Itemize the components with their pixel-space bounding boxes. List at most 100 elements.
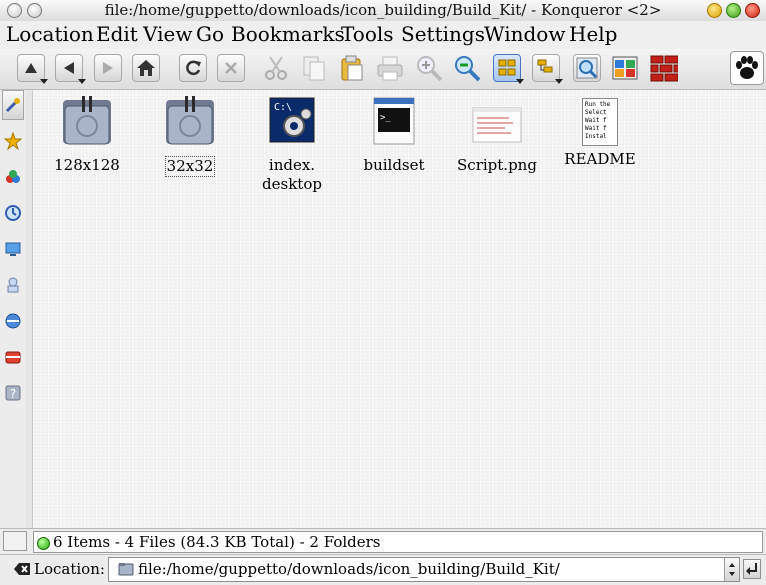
back-button[interactable] bbox=[55, 54, 86, 84]
configure-icon bbox=[5, 98, 20, 113]
file-icon-view[interactable]: 128x128 32x32 C:\ index. desktop >_ buil… bbox=[33, 90, 766, 528]
stop-button[interactable] bbox=[217, 54, 245, 82]
maximize-button[interactable] bbox=[726, 3, 741, 18]
history-icon bbox=[5, 205, 21, 221]
devices-icon bbox=[5, 313, 21, 329]
file-item-script-png[interactable]: Script.png bbox=[447, 94, 547, 175]
file-label: README bbox=[564, 150, 636, 168]
cut-button[interactable] bbox=[262, 54, 290, 82]
menu-view[interactable]: View bbox=[143, 22, 192, 46]
tree-view-icon bbox=[537, 59, 553, 73]
menu-bar: Location Edit View Go Bookmarks Tools Se… bbox=[0, 21, 766, 49]
up-button[interactable] bbox=[17, 54, 48, 84]
file-label: Script.png bbox=[457, 156, 537, 174]
location-combo[interactable] bbox=[108, 557, 740, 582]
file-item-index-desktop[interactable]: C:\ index. desktop bbox=[242, 94, 342, 194]
forward-icon bbox=[103, 62, 113, 74]
throbber-icon bbox=[736, 56, 758, 79]
root-folder-icon bbox=[5, 351, 21, 364]
help-icon: ? bbox=[5, 385, 21, 401]
zoom-out-icon bbox=[455, 56, 480, 82]
location-bar: Location: bbox=[0, 554, 766, 585]
location-history-dropdown[interactable] bbox=[724, 558, 739, 581]
file-item-readme[interactable]: Run the Select Wait f Wait f Instal READ… bbox=[550, 94, 650, 169]
menu-window[interactable]: Window bbox=[484, 22, 565, 46]
file-item-buildset[interactable]: >_ buildset bbox=[344, 94, 444, 175]
reload-icon bbox=[186, 60, 201, 76]
sidebar-bookmarks-button[interactable] bbox=[2, 126, 24, 156]
menu-location[interactable]: Location bbox=[6, 22, 94, 46]
paste-icon bbox=[341, 55, 363, 81]
reload-button[interactable] bbox=[179, 54, 207, 82]
main-toolbar bbox=[0, 49, 766, 90]
sidebar-home-button[interactable] bbox=[2, 234, 24, 264]
go-icon bbox=[746, 563, 757, 575]
zoom-out-button[interactable] bbox=[452, 54, 480, 82]
find-button[interactable] bbox=[573, 54, 601, 82]
chevron-up-down-icon bbox=[729, 563, 735, 576]
location-input[interactable] bbox=[138, 559, 721, 579]
print-icon bbox=[377, 56, 403, 81]
zoom-in-button[interactable] bbox=[414, 54, 442, 82]
svg-text:C:\: C:\ bbox=[274, 102, 292, 113]
sidebar-history-button[interactable] bbox=[2, 198, 24, 228]
text-file-icon: Run the Select Wait f Wait f Instal bbox=[582, 98, 618, 146]
status-bar: 6 Items - 4 Files (84.3 KB Total) - 2 Fo… bbox=[0, 528, 766, 555]
menu-edit[interactable]: Edit bbox=[96, 22, 138, 46]
sidebar-configure-button[interactable] bbox=[2, 90, 24, 120]
file-label: buildset bbox=[363, 156, 425, 174]
status-view-toggle[interactable] bbox=[3, 531, 27, 551]
file-label: index. desktop bbox=[262, 156, 322, 193]
konsole-icon bbox=[650, 55, 678, 82]
print-button[interactable] bbox=[376, 54, 404, 82]
go-button[interactable] bbox=[743, 559, 761, 579]
tree-view-button[interactable] bbox=[532, 54, 563, 84]
shell-script-icon: >_ bbox=[373, 97, 415, 145]
minimize-button[interactable] bbox=[707, 3, 722, 18]
services-icon bbox=[6, 170, 20, 183]
forward-button[interactable] bbox=[94, 54, 122, 82]
folder-icon bbox=[63, 96, 111, 145]
window-title: file:/home/guppetto/downloads/icon_build… bbox=[104, 1, 662, 19]
throbber bbox=[730, 51, 764, 85]
icon-view-icon bbox=[498, 59, 516, 76]
clear-location-icon[interactable] bbox=[13, 561, 31, 577]
status-panel: 6 Items - 4 Files (84.3 KB Total) - 2 Fo… bbox=[33, 531, 763, 553]
image-file-icon bbox=[472, 107, 522, 143]
close-button[interactable] bbox=[745, 3, 760, 18]
menu-go[interactable]: Go bbox=[196, 22, 224, 46]
paste-button[interactable] bbox=[338, 54, 366, 82]
sidebar-root-button[interactable] bbox=[2, 342, 24, 372]
desktop-file-icon: C:\ bbox=[269, 97, 315, 143]
sidebar-help-button[interactable]: ? bbox=[2, 378, 24, 408]
readme-preview: Run the Select Wait f Wait f Instal bbox=[585, 101, 611, 140]
find-icon bbox=[576, 57, 598, 79]
folder-icon bbox=[118, 563, 134, 576]
home-folder-icon bbox=[5, 242, 21, 256]
konsole-button[interactable] bbox=[650, 54, 678, 82]
copy-button[interactable] bbox=[300, 54, 328, 82]
file-item-128x128[interactable]: 128x128 bbox=[37, 94, 137, 175]
menu-tools[interactable]: Tools bbox=[341, 22, 394, 46]
cut-icon bbox=[265, 56, 287, 80]
sidebar-devices-button[interactable] bbox=[2, 306, 24, 336]
menu-bookmarks[interactable]: Bookmarks bbox=[231, 22, 345, 46]
copy-icon bbox=[303, 56, 325, 81]
home-button[interactable] bbox=[132, 54, 160, 82]
file-label: 128x128 bbox=[54, 156, 120, 174]
zoom-in-icon bbox=[417, 56, 442, 82]
menu-help[interactable]: Help bbox=[569, 22, 617, 46]
multi-view-icon bbox=[612, 56, 638, 80]
status-led-icon bbox=[37, 537, 50, 550]
sidebar-services-button[interactable] bbox=[2, 162, 24, 192]
file-item-32x32[interactable]: 32x32 bbox=[140, 94, 240, 177]
sidebar-network-button[interactable] bbox=[2, 270, 24, 300]
sidebar-splitter[interactable] bbox=[26, 90, 33, 528]
svg-text:?: ? bbox=[10, 387, 16, 401]
navigation-sidebar: ? bbox=[0, 90, 27, 528]
icon-view-button[interactable] bbox=[493, 54, 524, 84]
status-text: 6 Items - 4 Files (84.3 KB Total) - 2 Fo… bbox=[53, 533, 381, 551]
file-label: 32x32 bbox=[164, 156, 216, 177]
menu-settings[interactable]: Settings bbox=[401, 22, 485, 46]
multi-view-button[interactable] bbox=[611, 54, 639, 82]
